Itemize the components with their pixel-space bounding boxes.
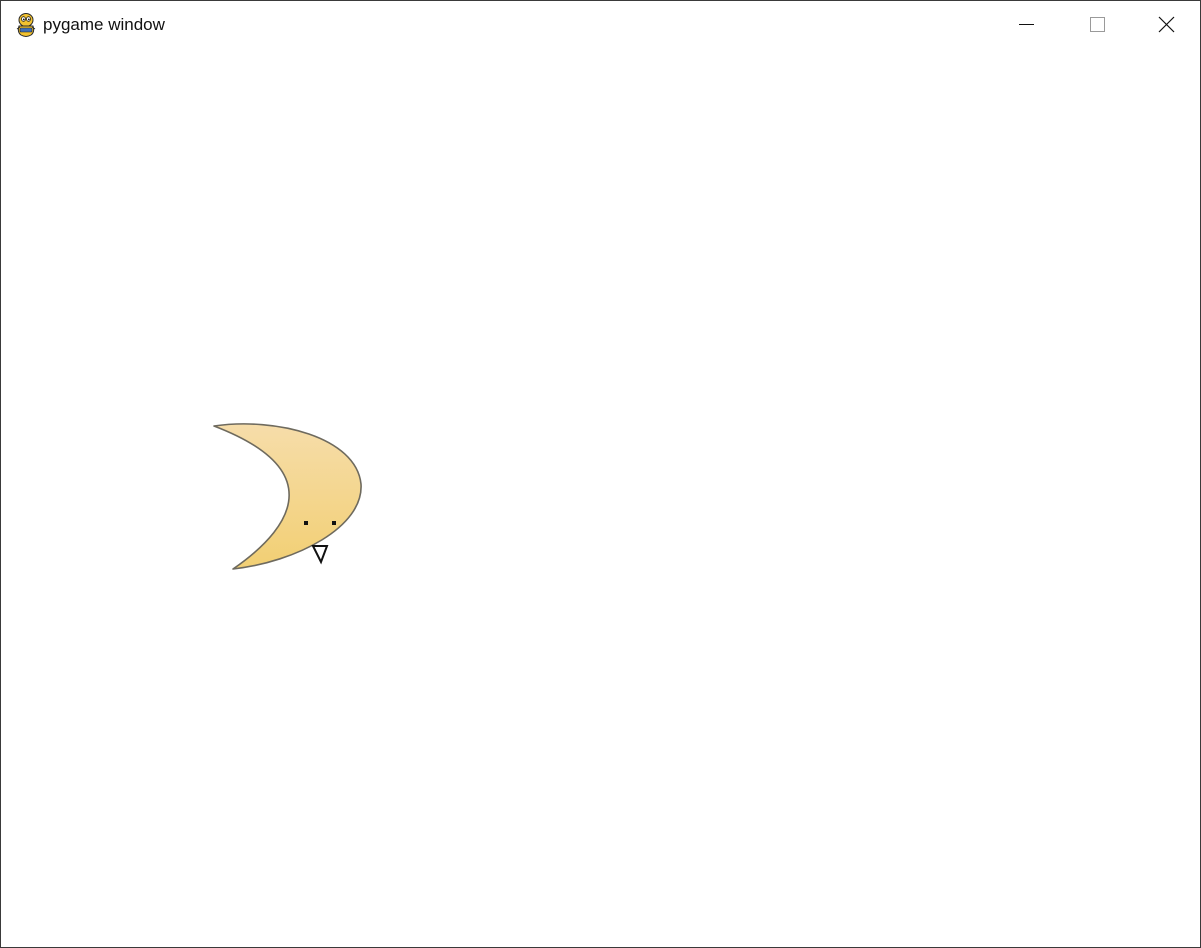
maximize-icon	[1090, 17, 1105, 32]
window-title: pygame window	[43, 15, 165, 34]
game-canvas[interactable]	[1, 48, 1200, 947]
right-eye	[332, 521, 336, 525]
left-eye	[304, 521, 308, 525]
close-button[interactable]	[1131, 1, 1200, 48]
triangle-nose	[311, 545, 329, 565]
close-icon	[1158, 16, 1175, 33]
pygame-snake-icon	[16, 13, 36, 37]
maximize-button[interactable]	[1061, 1, 1131, 48]
crescent-body	[213, 423, 362, 570]
minimize-button[interactable]	[991, 1, 1061, 48]
title-bar[interactable]: pygame window	[1, 1, 1200, 48]
pygame-window: pygame window	[0, 0, 1201, 948]
minimize-icon	[1019, 24, 1034, 25]
crescent-moon-sprite	[213, 423, 362, 570]
